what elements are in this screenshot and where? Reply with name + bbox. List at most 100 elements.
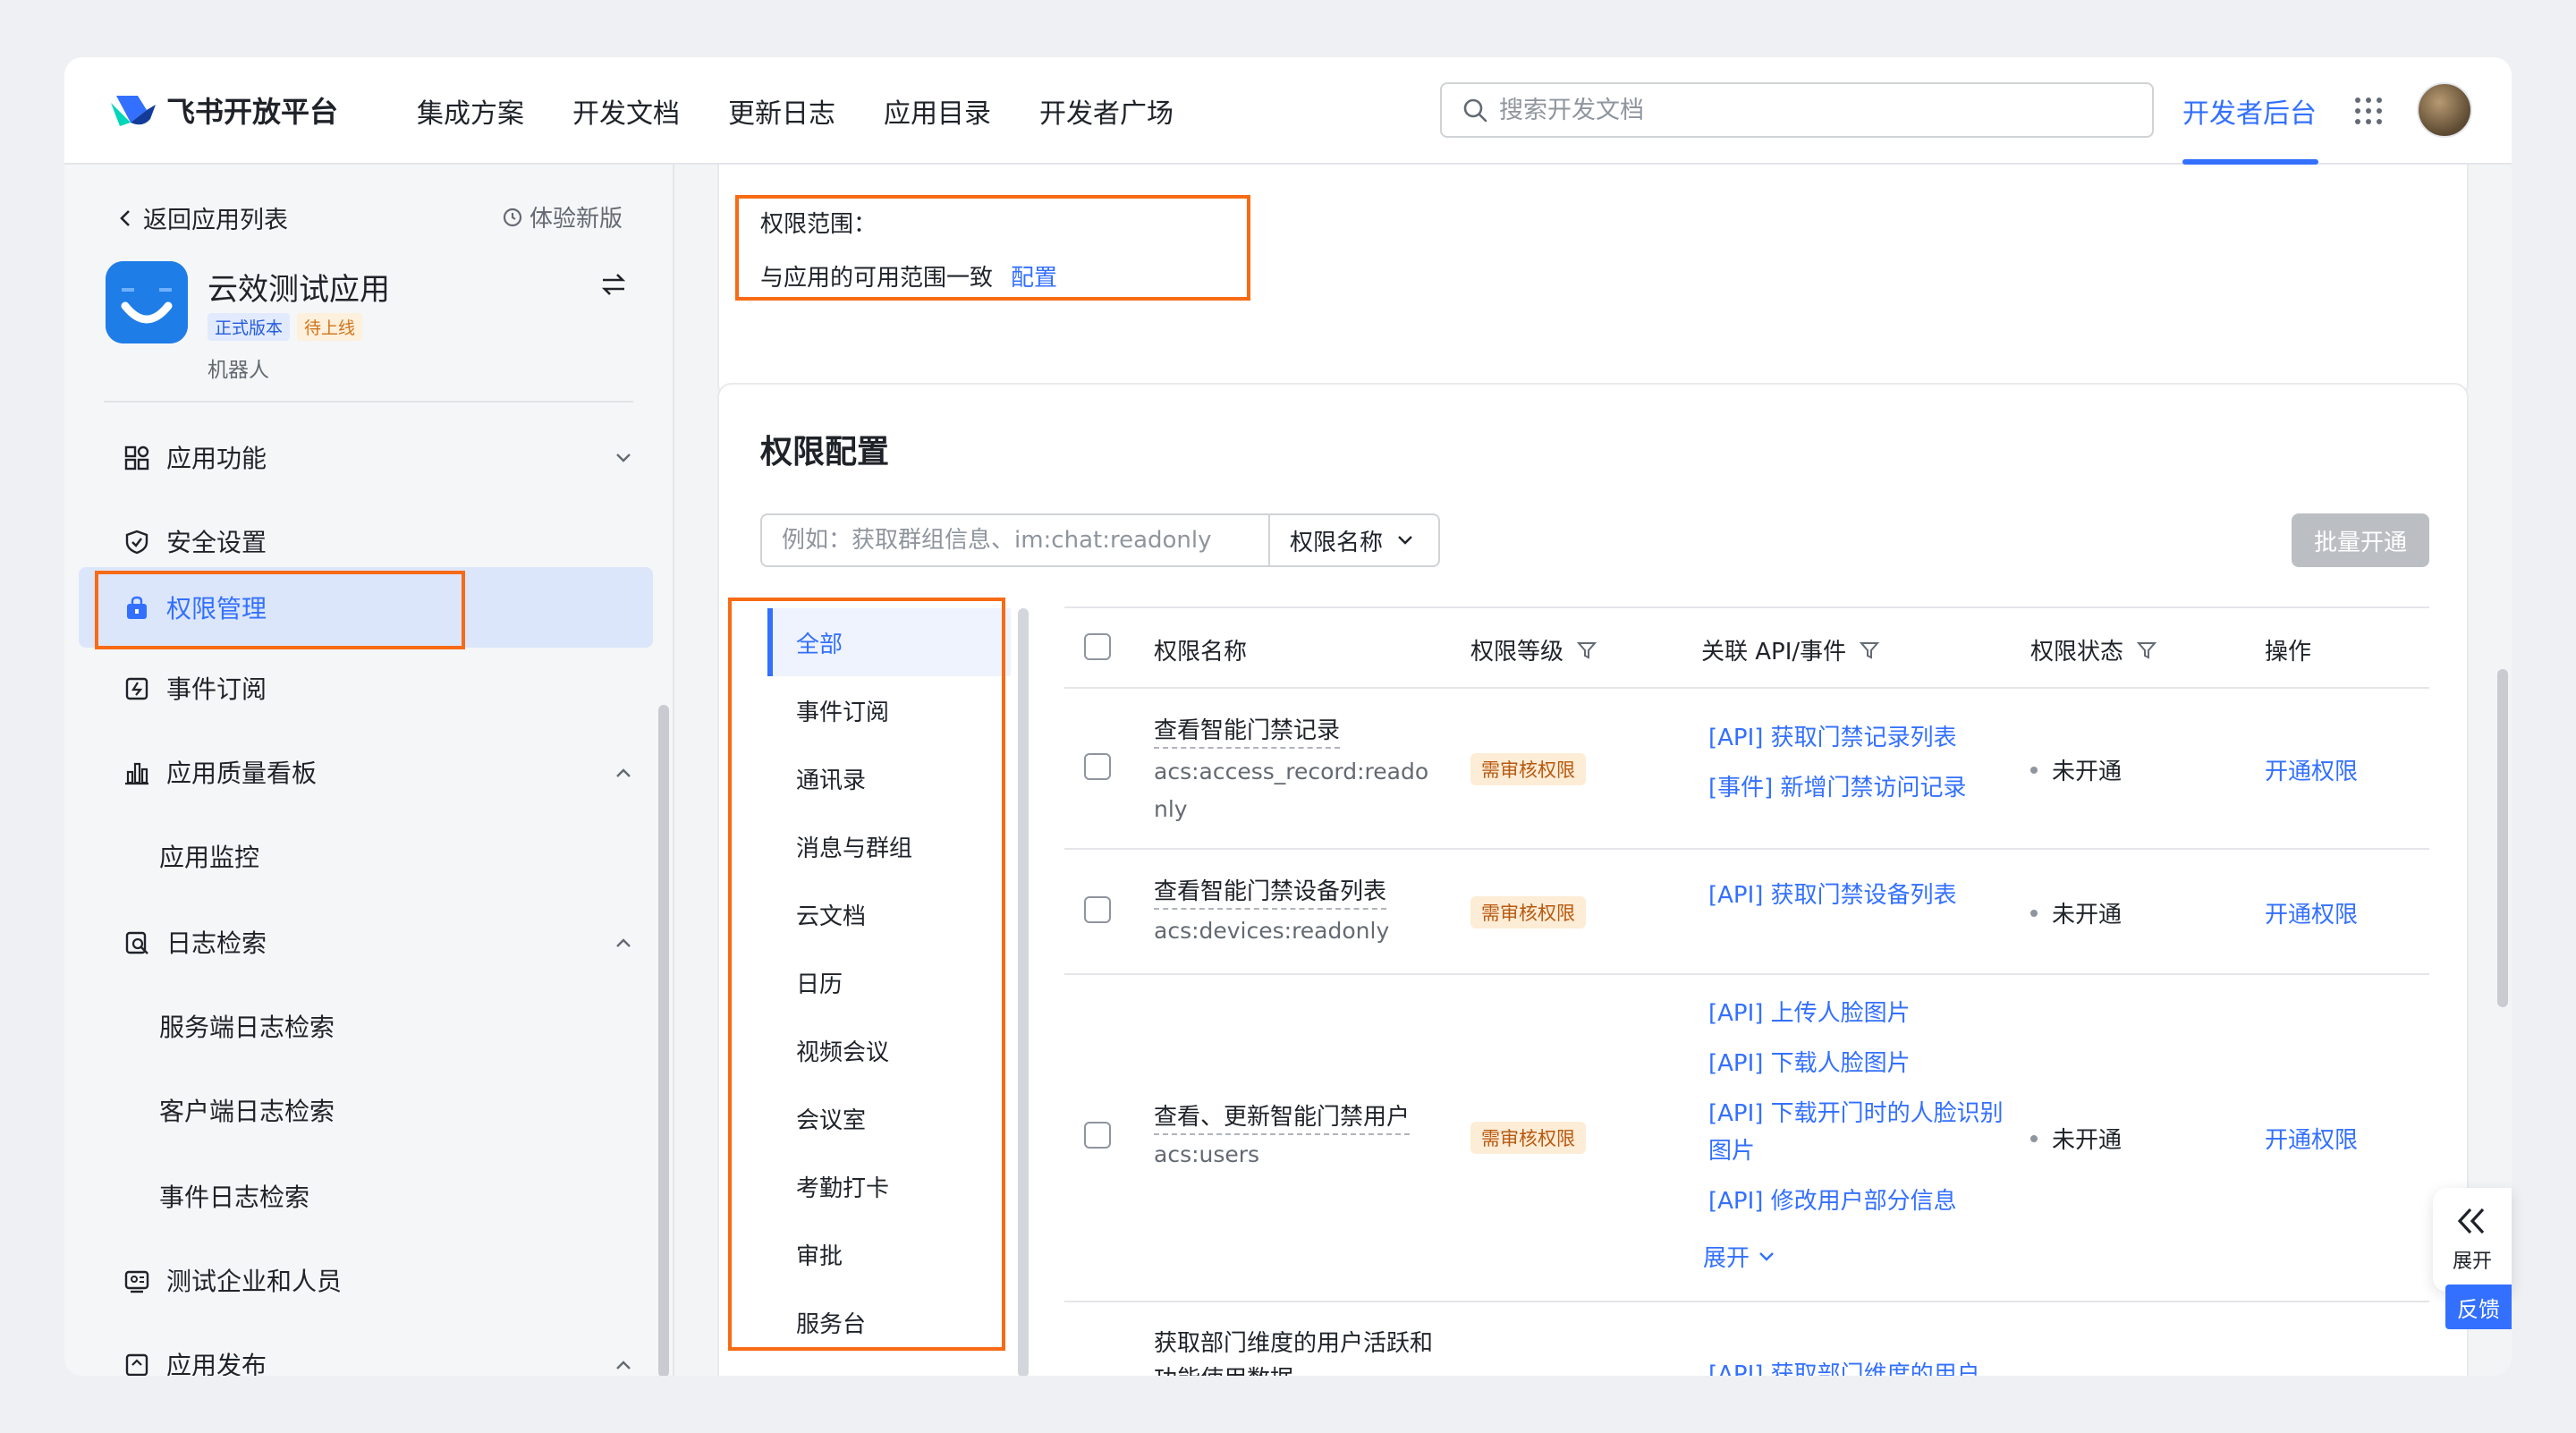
category-messages[interactable]: 消息与群组 bbox=[767, 812, 1011, 880]
sidebar-item-label: 事件日志检索 bbox=[159, 1183, 310, 1212]
sidebar-item-label: 客户端日志检索 bbox=[159, 1097, 335, 1126]
sidebar-item-app-features[interactable]: 应用功能 bbox=[79, 417, 653, 497]
permission-search-input[interactable] bbox=[760, 513, 1268, 567]
api-link[interactable]: [API] 修改用户部分信息 bbox=[1708, 1183, 1995, 1220]
search-icon bbox=[1463, 98, 1487, 123]
search-input[interactable] bbox=[1499, 96, 2107, 124]
expand-panel[interactable]: 展开 bbox=[2433, 1188, 2512, 1292]
api-link[interactable]: [API] 获取部门维度的用户 bbox=[1708, 1356, 1995, 1376]
logo[interactable]: 飞书开放平台 bbox=[107, 89, 338, 131]
filter-icon[interactable] bbox=[2136, 640, 2157, 661]
row-checkbox[interactable] bbox=[1084, 896, 1111, 923]
status-dot bbox=[2030, 1134, 2038, 1142]
api-link[interactable]: [事件] 新增门禁访问记录 bbox=[1708, 769, 1995, 807]
column-label: 权限名称 bbox=[1154, 639, 1248, 666]
nav-app-directory[interactable]: 应用目录 bbox=[884, 91, 991, 131]
api-link[interactable]: [API] 获取门禁记录列表 bbox=[1708, 719, 1995, 757]
sidebar-item-client-log[interactable]: 客户端日志检索 bbox=[79, 1070, 653, 1150]
api-link[interactable]: [API] 下载人脸图片 bbox=[1708, 1045, 1995, 1082]
column-status: 权限状态 bbox=[2030, 633, 2157, 666]
chevron-up-icon bbox=[616, 938, 631, 947]
category-all[interactable]: 全部 bbox=[767, 608, 1011, 676]
expand-apis-link[interactable]: 展开 bbox=[1703, 1240, 1776, 1273]
sidebar-item-label: 事件订阅 bbox=[166, 674, 267, 704]
category-calendar[interactable]: 日历 bbox=[767, 948, 1011, 1016]
status-text: 未开通 bbox=[2052, 902, 2123, 928]
api-link[interactable]: [API] 上传人脸图片 bbox=[1708, 995, 1995, 1032]
permission-name: 查看、更新智能门禁用户 bbox=[1154, 1098, 1411, 1135]
sidebar-scrollbar[interactable] bbox=[658, 705, 669, 1376]
bulk-enable-button[interactable]: 批量开通 bbox=[2292, 513, 2429, 567]
user-avatar[interactable] bbox=[2417, 82, 2472, 138]
permission-code: acs:access_record:readonly bbox=[1154, 759, 1429, 822]
enable-permission-link[interactable]: 开通权限 bbox=[2265, 896, 2358, 929]
row-checkbox[interactable] bbox=[1084, 753, 1111, 780]
status-text: 未开通 bbox=[2052, 1127, 2123, 1154]
category-helpdesk[interactable]: 服务台 bbox=[767, 1288, 1011, 1356]
sidebar-item-test-org[interactable]: 测试企业和人员 bbox=[79, 1240, 653, 1320]
nav-docs[interactable]: 开发文档 bbox=[572, 91, 680, 131]
log-search-icon bbox=[125, 931, 148, 954]
logo-text: 飞书开放平台 bbox=[166, 95, 339, 129]
filter-icon[interactable] bbox=[1576, 640, 1597, 661]
permission-status: 未开通 bbox=[2030, 1122, 2122, 1155]
feedback-button[interactable]: 反馈 bbox=[2445, 1285, 2512, 1329]
chevron-down-icon bbox=[616, 454, 631, 462]
category-approval[interactable]: 审批 bbox=[767, 1220, 1011, 1288]
doc-search[interactable] bbox=[1440, 82, 2154, 138]
scope-config-link[interactable]: 配置 bbox=[1011, 265, 1057, 292]
feishu-logo-icon bbox=[111, 96, 156, 126]
search-field-select[interactable]: 权限名称 bbox=[1268, 513, 1440, 567]
sidebar-item-label: 测试企业和人员 bbox=[166, 1267, 343, 1296]
app-grid-icon[interactable] bbox=[2352, 95, 2385, 127]
row-checkbox[interactable] bbox=[1084, 1122, 1111, 1149]
permission-name: 获取部门维度的用户活跃和功能使用数据 bbox=[1154, 1330, 1434, 1376]
sidebar-item-log-search[interactable]: 日志检索 bbox=[79, 902, 653, 982]
sidebar-item-app-monitor[interactable]: 应用监控 bbox=[79, 816, 653, 896]
category-attendance[interactable]: 考勤打卡 bbox=[767, 1152, 1011, 1220]
sidebar-divider bbox=[104, 401, 633, 403]
column-name: 权限名称 bbox=[1154, 633, 1247, 666]
sidebar: 返回应用列表 体验新版 云效测试应用 正式版本 待上线 机器人 应用功能 安全设… bbox=[64, 165, 674, 1376]
nav-solutions[interactable]: 集成方案 bbox=[417, 91, 524, 131]
sidebar-item-server-log[interactable]: 服务端日志检索 bbox=[79, 986, 653, 1066]
category-docs[interactable]: 云文档 bbox=[767, 880, 1011, 948]
category-meeting-room[interactable]: 会议室 bbox=[767, 1084, 1011, 1152]
category-contacts[interactable]: 通讯录 bbox=[767, 744, 1011, 812]
category-video-meeting[interactable]: 视频会议 bbox=[767, 1016, 1011, 1084]
sidebar-item-publish[interactable]: 应用发布 bbox=[79, 1324, 653, 1376]
app-icon bbox=[106, 261, 188, 343]
category-event[interactable]: 事件订阅 bbox=[767, 676, 1011, 744]
permission-code: acs:devices:readonly bbox=[1154, 918, 1390, 944]
developer-console-link[interactable]: 开发者后台 bbox=[2182, 57, 2317, 165]
try-new-version[interactable]: 体验新版 bbox=[501, 200, 623, 233]
select-all-checkbox[interactable] bbox=[1084, 633, 1111, 660]
status-text: 未开通 bbox=[2052, 759, 2123, 785]
enable-permission-link[interactable]: 开通权限 bbox=[2265, 753, 2358, 786]
nav-changelog[interactable]: 更新日志 bbox=[728, 91, 835, 131]
filter-icon[interactable] bbox=[1859, 640, 1880, 661]
nav-developer-square[interactable]: 开发者广场 bbox=[1039, 91, 1174, 131]
enable-permission-link[interactable]: 开通权限 bbox=[2265, 1122, 2358, 1155]
permission-name: 查看智能门禁记录 bbox=[1154, 712, 1341, 749]
main-scrollbar[interactable] bbox=[2497, 669, 2508, 1007]
column-label: 操作 bbox=[2265, 639, 2312, 666]
chevron-down-icon bbox=[1398, 536, 1412, 545]
scope-label: 权限范围： bbox=[760, 211, 877, 238]
row-divider bbox=[1064, 1301, 2429, 1302]
api-link[interactable]: [API] 获取门禁设备列表 bbox=[1708, 877, 1995, 914]
release-badge: 正式版本 bbox=[208, 313, 291, 341]
api-link[interactable]: [API] 下载开门时的人脸识别图片 bbox=[1708, 1095, 2004, 1170]
row-divider bbox=[1064, 973, 2429, 975]
sidebar-item-event-log[interactable]: 事件日志检索 bbox=[79, 1156, 653, 1236]
sidebar-item-quality-board[interactable]: 应用质量看板 bbox=[79, 732, 653, 812]
sidebar-item-event-subscription[interactable]: 事件订阅 bbox=[79, 648, 653, 728]
category-list: 全部 事件订阅 通讯录 消息与群组 云文档 日历 视频会议 会议室 考勤打卡 审… bbox=[760, 603, 1011, 1376]
column-api: 关联 API/事件 bbox=[1701, 633, 1880, 666]
back-to-app-list[interactable]: 返回应用列表 bbox=[114, 200, 288, 235]
top-nav: 集成方案 开发文档 更新日志 应用目录 开发者广场 bbox=[417, 57, 1222, 165]
sidebar-item-permissions[interactable]: 权限管理 bbox=[79, 567, 653, 648]
switch-app-icon[interactable] bbox=[599, 270, 628, 299]
robot-smile-icon bbox=[106, 261, 188, 343]
category-scrollbar[interactable] bbox=[1018, 608, 1029, 1376]
